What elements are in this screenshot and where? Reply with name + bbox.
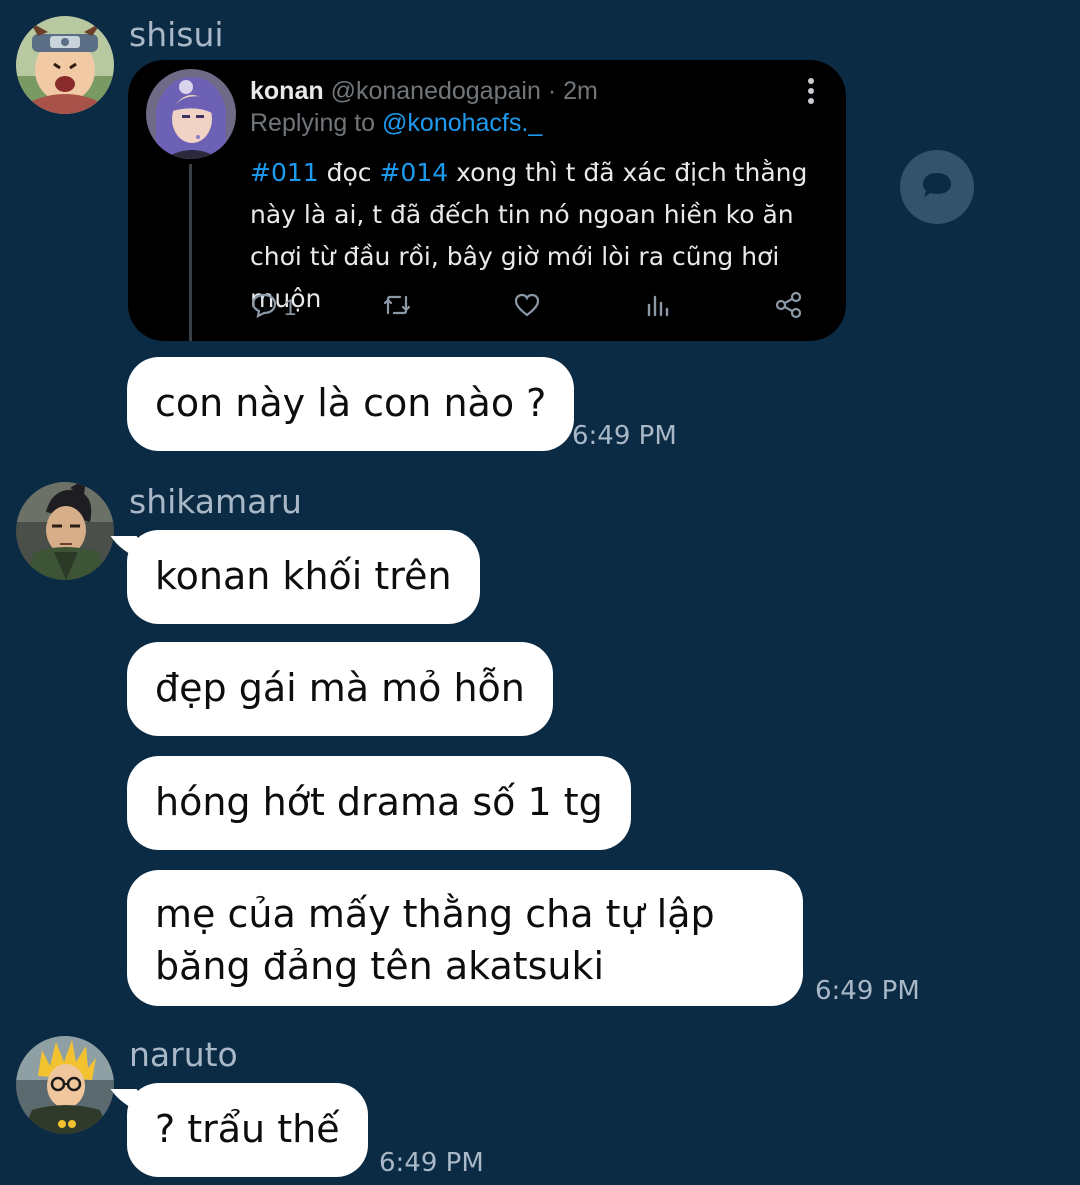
tweet-text: #011 đọc #014 xong thì t đã xác địch thằ…: [250, 152, 840, 320]
tweet-replying-to: Replying to @konohacfs._: [250, 107, 542, 139]
tweet-text-part: đọc: [318, 158, 380, 187]
tweet-author-name[interactable]: konan: [250, 77, 324, 105]
replying-label: Replying to: [250, 109, 376, 137]
message-line: mẹ của mấy thằng cha tự lập: [155, 892, 715, 936]
sender-name: shisui: [129, 15, 224, 54]
more-vertical-icon[interactable]: [804, 76, 818, 106]
views-bar-icon: [645, 291, 671, 325]
share-nodes-icon: [774, 290, 804, 326]
reply-button[interactable]: 1: [250, 292, 296, 324]
retweet-button[interactable]: [382, 292, 412, 324]
retweet-icon: [382, 291, 412, 325]
message-time: 6:49 PM: [379, 1148, 484, 1178]
reply-icon: [250, 291, 278, 325]
tweet-author-avatar[interactable]: [146, 69, 236, 159]
message-bubble[interactable]: ? trẩu thế: [127, 1083, 368, 1177]
hashtag-link[interactable]: #011: [250, 158, 319, 187]
like-button[interactable]: [513, 292, 541, 324]
reply-count: 1: [284, 295, 297, 320]
heart-icon: [513, 291, 541, 325]
thread-line: [189, 164, 192, 341]
share-speech-bubble-icon: [920, 170, 954, 204]
tweet-share-button[interactable]: [774, 290, 804, 326]
embedded-tweet-card[interactable]: konan @konanedogapain · 2m Replying to @…: [128, 60, 846, 341]
tweet-author-handle[interactable]: @konanedogapain: [331, 77, 541, 105]
message-bubble[interactable]: đẹp gái mà mỏ hỗn: [127, 642, 553, 736]
replying-mention-link[interactable]: @konohacfs._: [382, 109, 542, 137]
tweet-time: · 2m: [547, 77, 598, 105]
message-time: 6:49 PM: [815, 976, 920, 1006]
message-bubble[interactable]: con này là con nào ?: [127, 357, 575, 451]
message-line: băng đảng tên akatsuki: [155, 944, 605, 988]
views-button[interactable]: [645, 292, 671, 324]
share-button[interactable]: [900, 150, 974, 224]
hashtag-link[interactable]: #014: [379, 158, 448, 187]
avatar-shisui[interactable]: [16, 16, 114, 114]
avatar-naruto[interactable]: [16, 1036, 114, 1134]
message-time: 6:49 PM: [572, 421, 677, 451]
sender-name: naruto: [129, 1035, 238, 1074]
sender-name: shikamaru: [129, 482, 302, 521]
message-bubble[interactable]: mẹ của mấy thằng cha tự lập băng đảng tê…: [127, 870, 803, 1006]
message-bubble[interactable]: hóng hớt drama số 1 tg: [127, 756, 631, 850]
tweet-header: konan @konanedogapain · 2m: [250, 75, 598, 107]
message-bubble[interactable]: konan khối trên: [127, 530, 480, 624]
avatar-shikamaru[interactable]: [16, 482, 114, 580]
